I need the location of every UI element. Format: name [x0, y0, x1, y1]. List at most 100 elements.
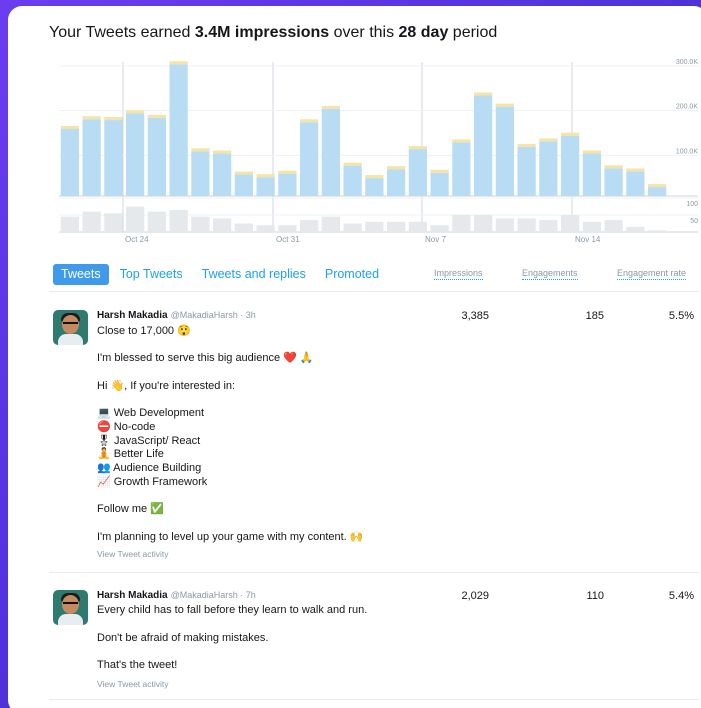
tweet-impressions: 2,029	[461, 590, 489, 602]
view-tweet-activity-link[interactable]: View Tweet activity	[97, 679, 169, 689]
impressions-bar-cap	[104, 117, 123, 121]
impressions-bar	[386, 169, 406, 196]
tab-tweets-and-replies[interactable]: Tweets and replies	[194, 264, 314, 285]
impressions-bar	[321, 108, 341, 196]
column-engagement-rate[interactable]: Engagement rate	[617, 268, 687, 280]
impressions-bar	[626, 171, 645, 196]
engagements-bar	[365, 221, 384, 232]
x-tick-label: Nov 7	[425, 235, 446, 244]
engagements-bar	[299, 220, 319, 232]
x-tick-label: Oct 31	[276, 235, 300, 244]
impressions-bar	[169, 64, 188, 196]
impressions-bar	[147, 117, 167, 196]
engagements-bar	[604, 220, 623, 232]
impressions-bar	[647, 187, 667, 196]
x-tick-label: Oct 24	[125, 235, 149, 244]
avatar[interactable]	[53, 310, 88, 345]
impressions-bar-cap	[191, 148, 210, 152]
engagements-bar	[147, 211, 167, 232]
engagements-bar	[82, 211, 101, 232]
impressions-bar-cap	[343, 162, 362, 166]
tweet-text-line: Follow me ✅	[97, 503, 164, 515]
divider	[49, 291, 699, 292]
impressions-bar	[82, 119, 101, 196]
divider	[49, 699, 699, 700]
impressions-bar-cap	[365, 175, 384, 179]
impressions-bar-cap	[256, 174, 275, 178]
tweet-text-line: 🎖 JavaScript/ React	[97, 435, 201, 447]
tweet-header: Harsh Makadia @MakadiaHarsh · 3h	[97, 310, 256, 321]
engagements-bar	[495, 218, 515, 232]
author-name[interactable]: Harsh Makadia	[97, 590, 168, 601]
y-tick-label: 50	[690, 218, 698, 225]
engagements-bar	[169, 209, 188, 232]
impressions-bar	[495, 106, 515, 196]
engagements-bar	[626, 226, 645, 232]
impressions-bar-cap	[495, 103, 515, 107]
y-tick-label: 100	[686, 201, 698, 208]
view-tweet-activity-link[interactable]: View Tweet activity	[97, 549, 169, 559]
tab-top-tweets[interactable]: Top Tweets	[112, 264, 191, 285]
tweet-text-line: 📈 Growth Framework	[97, 476, 208, 488]
impressions-bar	[539, 141, 558, 196]
impressions-bar	[473, 95, 493, 196]
engagements-bar	[60, 216, 80, 232]
impressions-bar-cap	[452, 139, 471, 143]
impressions-bar-cap	[60, 126, 80, 129]
tweet-text-line: Every child has to fall before they lear…	[97, 604, 368, 616]
tweet-impressions: 3,385	[461, 310, 489, 322]
tweet-text-line: I'm planning to level up your game with …	[97, 531, 364, 543]
tweet-row[interactable]: Harsh Makadia @MakadiaHarsh · 7h 2,029 11…	[49, 586, 699, 696]
impressions-bar	[256, 177, 275, 196]
impressions-chart: 300.0K 200.0K 100.0K 100 50 Oct 24 Oct 31 Nov 7…	[59, 59, 699, 244]
impressions-bar	[343, 165, 362, 196]
tweet-text-line: 💻 Web Development	[97, 407, 205, 419]
impressions-bar	[234, 174, 254, 196]
column-engagements[interactable]: Engagements	[522, 268, 578, 280]
impressions-bar	[278, 173, 297, 196]
impressions-bar-cap	[321, 105, 341, 109]
engagements-bar	[560, 215, 580, 232]
impressions-bar	[430, 172, 449, 196]
impressions-bar-cap	[125, 110, 145, 114]
impressions-bar-cap	[299, 119, 319, 123]
engagements-bar	[473, 215, 493, 232]
impressions-bar-cap	[386, 166, 406, 170]
tweet-engagement-rate: 5.4%	[668, 590, 694, 602]
impressions-bar-cap	[169, 61, 188, 65]
analytics-card: Your Tweets earned 3.4M impressions over…	[8, 6, 701, 708]
impressions-bar	[125, 113, 145, 196]
author-handle: @MakadiaHarsh · 7h	[170, 590, 256, 600]
tab-tweets[interactable]: Tweets	[53, 264, 109, 285]
engagements-bar	[386, 221, 406, 232]
engagements-bar	[517, 218, 536, 232]
impressions-bar-cap	[82, 116, 101, 120]
engagements-bar	[539, 220, 558, 232]
tweet-text-line: ⛔ No-code	[97, 421, 156, 433]
tweet-engagement-rate: 5.5%	[668, 310, 694, 322]
author-name[interactable]: Harsh Makadia	[97, 310, 168, 321]
tweet-text-line: Close to 17,000 😲	[97, 325, 191, 337]
tweet-engagements: 110	[586, 590, 604, 602]
tweet-text-line: 👥 Audience Building	[97, 462, 202, 474]
x-tick-label: Nov 14	[575, 235, 601, 244]
impressions-bar	[582, 153, 602, 196]
impressions-bar-cap	[582, 150, 602, 154]
impressions-bar	[191, 151, 210, 196]
engagements-bar	[408, 221, 428, 232]
tweet-row[interactable]: Harsh Makadia @MakadiaHarsh · 3h 3,385 18…	[49, 306, 699, 564]
impressions-bar-cap	[408, 146, 428, 150]
author-handle: @MakadiaHarsh · 3h	[170, 310, 256, 320]
tab-promoted[interactable]: Promoted	[317, 264, 387, 285]
engagements-bar	[256, 225, 275, 232]
y-tick-label: 300.0K	[676, 59, 699, 66]
avatar[interactable]	[53, 590, 88, 625]
tweet-text-line: That's the tweet!	[97, 659, 178, 671]
column-impressions[interactable]: Impressions	[434, 268, 483, 280]
engagements-bar	[582, 221, 602, 232]
engagements-bar	[321, 216, 341, 232]
engagements-bar	[104, 213, 123, 232]
tweet-engagements: 185	[585, 310, 604, 322]
impressions-bar-cap	[560, 132, 580, 136]
engagements-bar	[278, 225, 297, 232]
